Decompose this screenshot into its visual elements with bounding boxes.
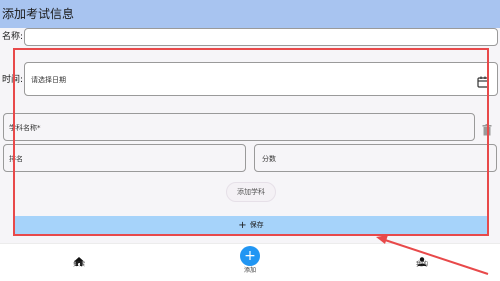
time-label: 时间: [2, 75, 24, 85]
app-bar: 添加考试信息 [0, 0, 500, 28]
date-picker-field[interactable]: 请选择日期 [24, 62, 498, 96]
add-subject-button[interactable]: 添加学科 [226, 182, 276, 202]
score-placeholder: 分数 [262, 155, 276, 163]
nav-label-explore: 探索 [72, 261, 85, 268]
home-icon [54, 251, 104, 266]
name-input[interactable] [24, 28, 498, 46]
add-icon[interactable]: + [240, 246, 260, 266]
person-icon [397, 251, 447, 266]
nav-label-mine: 我的 [415, 261, 428, 268]
plus-icon: + [238, 220, 247, 231]
save-label: 保存 [249, 221, 264, 229]
nav-item-mine[interactable]: 我的 [397, 251, 447, 269]
name-label: 名称: [2, 32, 24, 42]
page-title: 添加考试信息 [2, 7, 75, 21]
rank-placeholder: 排名 [9, 155, 23, 163]
score-input[interactable]: 分数 [254, 144, 497, 172]
nav-item-explore[interactable]: 探索 [54, 251, 104, 269]
trash-icon[interactable] [482, 121, 492, 136]
save-button[interactable]: + 保存 [14, 216, 488, 234]
nav-item-add[interactable]: 添加 [225, 267, 275, 275]
subject-name-input[interactable]: 学科名称* [3, 113, 475, 141]
subject-name-placeholder: 学科名称* [9, 124, 41, 132]
date-placeholder: 请选择日期 [31, 76, 66, 84]
calendar-icon[interactable] [477, 73, 489, 88]
rank-input[interactable]: 排名 [3, 144, 246, 172]
nav-label-add: 添加 [243, 267, 256, 274]
